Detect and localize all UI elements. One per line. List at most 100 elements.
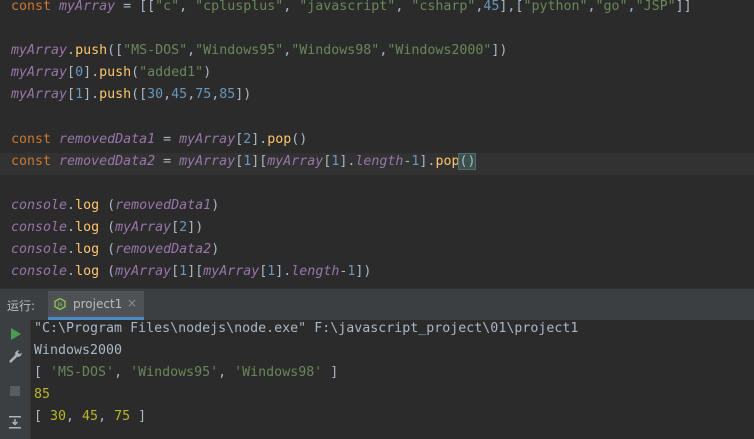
run-toolbar bbox=[0, 320, 31, 439]
code-token: ]. bbox=[339, 153, 356, 169]
code-token: length bbox=[355, 153, 404, 169]
code-token: length bbox=[291, 264, 340, 280]
code-token: ([ bbox=[107, 43, 124, 59]
code-token: ][ bbox=[251, 153, 268, 169]
code-token: ([ bbox=[131, 87, 148, 103]
code-token: removedData2 bbox=[59, 153, 156, 169]
console-token: , bbox=[218, 365, 235, 380]
console-token: 'Windows98' bbox=[234, 365, 323, 380]
code-token: ]) bbox=[235, 87, 252, 103]
code-token: "go" bbox=[595, 0, 628, 14]
code-token: "javascript" bbox=[299, 0, 396, 14]
console-token: , bbox=[66, 409, 83, 424]
code-token: , bbox=[179, 0, 196, 14]
code-token: () bbox=[458, 152, 477, 170]
code-token: ]. bbox=[275, 264, 292, 280]
code-token: . bbox=[67, 220, 76, 235]
code-token: ]) bbox=[355, 264, 372, 280]
code-line: myArray[1].push([30,45,75,85]) bbox=[11, 86, 251, 108]
code-token: ]) bbox=[187, 220, 204, 235]
tab-label: project1 bbox=[73, 297, 123, 311]
console-token: 'Windows95' bbox=[130, 365, 219, 380]
code-token: removedData1 bbox=[115, 197, 212, 213]
code-token: myArray bbox=[11, 87, 68, 103]
code-editor[interactable]: const myArray = [["c", "cplusplus", "jav… bbox=[0, 0, 754, 288]
code-line: console.log (myArray[1][myArray[1].lengt… bbox=[11, 263, 371, 285]
code-token: log bbox=[75, 264, 100, 280]
console-token: [ bbox=[34, 409, 51, 424]
code-token: , bbox=[587, 0, 596, 14]
code-token: 75 bbox=[195, 87, 212, 103]
code-token: myArray bbox=[59, 0, 116, 14]
code-token: ( bbox=[99, 220, 116, 235]
code-token: , bbox=[395, 0, 412, 14]
code-token: push bbox=[99, 87, 132, 103]
code-token: ]. bbox=[83, 87, 100, 103]
code-token: [ bbox=[171, 264, 180, 280]
code-token: = [[ bbox=[115, 0, 156, 14]
code-token: myArray bbox=[267, 153, 324, 169]
code-token: ) bbox=[203, 65, 212, 81]
wrench-icon[interactable] bbox=[6, 348, 24, 366]
code-token: ) bbox=[211, 197, 220, 213]
code-token: "Windows2000" bbox=[387, 43, 492, 59]
code-token: const bbox=[11, 0, 60, 14]
console-line: [ 'MS-DOS', 'Windows95', 'Windows98' ] bbox=[34, 364, 338, 386]
code-token: "c" bbox=[155, 0, 180, 14]
code-token: ]. bbox=[419, 153, 436, 169]
code-token: ( bbox=[131, 65, 140, 81]
code-token: = bbox=[155, 131, 180, 147]
code-token: ]. bbox=[251, 131, 268, 147]
code-token: myArray bbox=[115, 220, 172, 235]
code-token: "Windows95" bbox=[195, 43, 284, 59]
code-token: ]. bbox=[83, 65, 100, 81]
code-line: const removedData1 = myArray[2].pop() bbox=[11, 131, 307, 153]
console-output[interactable]: "C:\Program Files\nodejs\node.exe" F:\ja… bbox=[31, 320, 754, 439]
code-token: myArray bbox=[11, 43, 68, 59]
code-token: , bbox=[187, 43, 196, 59]
run-icon[interactable] bbox=[6, 325, 24, 343]
code-token: console bbox=[11, 264, 68, 280]
console-line: 85 bbox=[34, 386, 50, 408]
tab-project1[interactable]: js project1 × bbox=[48, 291, 144, 320]
code-token: 30 bbox=[147, 87, 164, 103]
console-token: , bbox=[114, 365, 131, 380]
code-line: myArray.push(["MS-DOS","Windows95","Wind… bbox=[11, 42, 507, 64]
code-token: 1 bbox=[179, 264, 188, 280]
code-token: ( bbox=[99, 197, 116, 213]
console-token: 30 bbox=[50, 409, 67, 424]
code-token: ]] bbox=[675, 0, 692, 14]
code-token: console bbox=[11, 220, 68, 235]
code-token: [ bbox=[67, 65, 76, 81]
code-line: console.log (myArray[2]) bbox=[11, 219, 203, 241]
code-token: myArray bbox=[203, 264, 260, 280]
console-line: Windows2000 bbox=[34, 342, 122, 364]
console-line: [ 30, 45, 75 ] bbox=[34, 408, 146, 430]
console-token: 'MS-DOS' bbox=[50, 365, 115, 380]
code-token: "JSP" bbox=[635, 0, 676, 14]
code-token: myArray bbox=[11, 65, 68, 81]
code-token: console bbox=[11, 197, 68, 213]
code-token: myArray bbox=[179, 131, 236, 147]
code-token: "MS-DOS" bbox=[123, 43, 188, 59]
code-token: 45 bbox=[483, 0, 500, 14]
code-token: 1 bbox=[75, 87, 84, 103]
code-token: pop bbox=[435, 153, 460, 169]
code-token: ) bbox=[211, 242, 220, 258]
console-token: 45 bbox=[82, 409, 99, 424]
code-token: ][ bbox=[187, 264, 204, 280]
code-token: . bbox=[67, 43, 76, 59]
code-token: ( bbox=[99, 242, 116, 258]
close-icon[interactable]: × bbox=[127, 296, 137, 310]
soft-wrap-icon[interactable] bbox=[6, 413, 24, 431]
code-token: . bbox=[67, 242, 76, 258]
code-token: ]) bbox=[491, 43, 508, 59]
code-token: log bbox=[75, 220, 100, 235]
code-token: push bbox=[75, 43, 108, 59]
code-token: "csharp" bbox=[411, 0, 476, 14]
code-token: ( bbox=[99, 264, 116, 280]
stop-icon[interactable] bbox=[6, 382, 24, 400]
code-token: log bbox=[75, 197, 100, 213]
code-token: ],[ bbox=[499, 0, 524, 14]
code-token: 45 bbox=[171, 87, 188, 103]
